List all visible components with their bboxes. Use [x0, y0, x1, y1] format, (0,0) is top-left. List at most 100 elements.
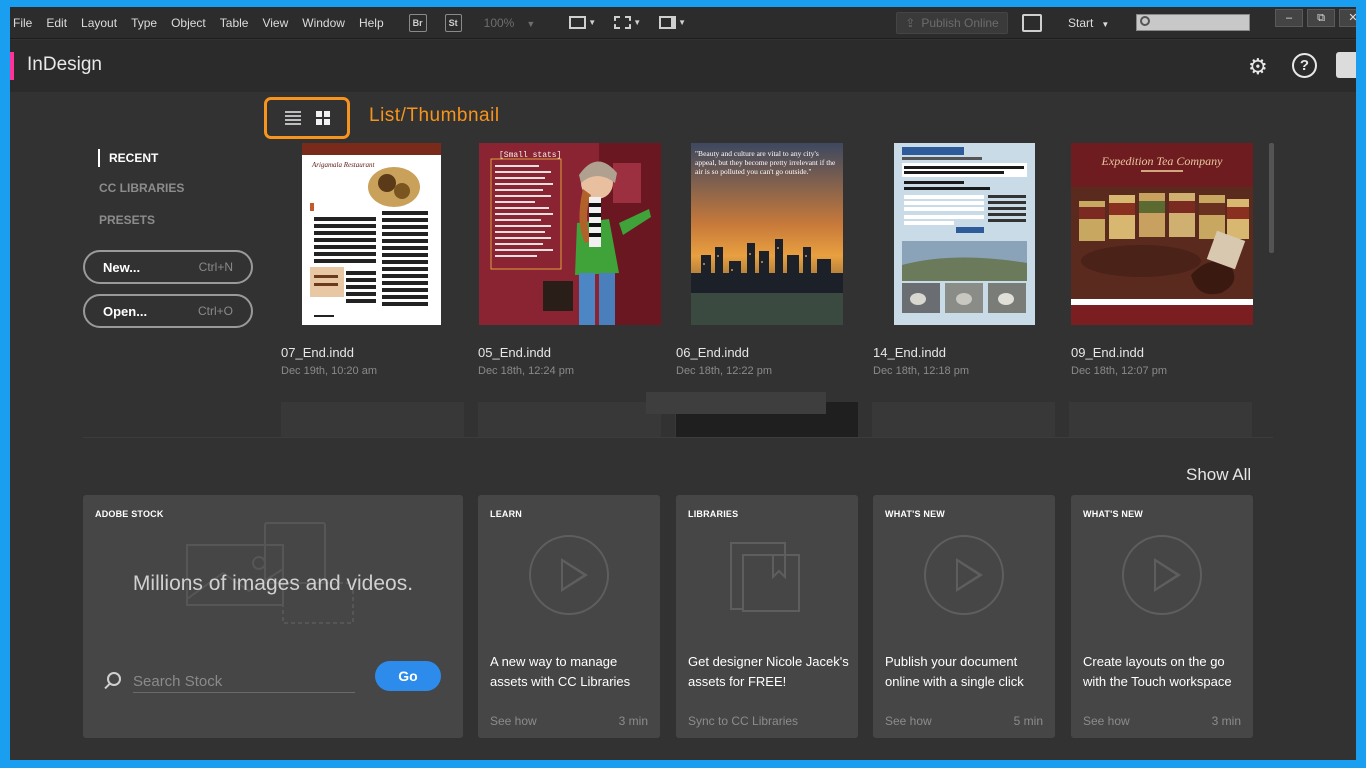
thumb-05-small: [Small stats] [499, 151, 561, 160]
view-options-button[interactable]: ▼ [569, 16, 596, 29]
publish-icon: ⇪ [905, 16, 916, 30]
play-icon [924, 535, 1004, 615]
card-description: Publish your document online with a sing… [885, 654, 1024, 689]
file-date: Dec 18th, 12:22 pm [676, 365, 773, 377]
card-footer: See how 5 min [885, 714, 1043, 728]
menu-edit[interactable]: Edit [39, 7, 74, 39]
card-tag: WHAT'S NEW [1083, 509, 1143, 519]
menu-file[interactable]: File [10, 7, 39, 39]
thumb-05-graphic: [Small stats] [479, 143, 661, 325]
search-icon [1140, 16, 1150, 26]
stock-headline: Millions of images and videos. [132, 572, 414, 595]
grid-view-icon[interactable] [315, 111, 330, 125]
file-date: Dec 19th, 10:20 am [281, 365, 378, 377]
nav-recent[interactable]: RECENT [98, 149, 184, 167]
left-nav: RECENT CC LIBRARIES PRESETS [98, 149, 184, 245]
see-how-link[interactable]: See how [1083, 714, 1130, 728]
workspace-label: Start [1068, 16, 1094, 30]
chevron-down-icon: ▼ [633, 18, 642, 27]
screen-mode-button[interactable]: ▼ [614, 16, 641, 29]
whats-new-card[interactable]: WHAT'S NEW Publish your document online … [873, 495, 1055, 738]
search-icon [107, 672, 121, 686]
avatar[interactable] [1336, 52, 1356, 78]
learn-card[interactable]: LEARN A new way to manage assets with CC… [478, 495, 660, 738]
file-date: Dec 18th, 12:18 pm [873, 365, 970, 377]
help-search-input[interactable] [1136, 14, 1250, 31]
menu-table[interactable]: Table [213, 7, 256, 39]
file-name: 05_End.indd [478, 345, 552, 360]
share-icon[interactable] [1022, 14, 1042, 32]
go-button[interactable]: Go [375, 661, 441, 691]
fit-screen-icon [614, 16, 632, 29]
file-thumbnail [894, 143, 1035, 325]
new-document-button[interactable]: New... Ctrl+N [83, 250, 253, 284]
zoom-level[interactable]: 100% ▼ [484, 16, 536, 30]
file-date: Dec 18th, 12:07 pm [1071, 365, 1168, 377]
new-shortcut: Ctrl+N [198, 260, 233, 274]
duration: 5 min [1013, 714, 1043, 728]
placeholder-tile [1069, 402, 1252, 437]
menu-object[interactable]: Object [164, 7, 213, 39]
gear-icon[interactable]: ⚙ [1248, 54, 1268, 80]
section-divider [83, 437, 1273, 438]
menu-layout[interactable]: Layout [74, 7, 124, 39]
chevron-down-icon: ▼ [526, 18, 536, 29]
library-icon [730, 542, 800, 612]
view-toggle [264, 97, 350, 139]
card-footer: See how 3 min [490, 714, 648, 728]
chevron-down-icon: ▼ [1101, 20, 1110, 29]
sync-link[interactable]: Sync to CC Libraries [688, 714, 798, 728]
whats-new-card[interactable]: WHAT'S NEW Create layouts on the go with… [1071, 495, 1253, 738]
app-title: InDesign [27, 54, 102, 75]
minimize-button[interactable]: – [1275, 9, 1303, 27]
menu-type[interactable]: Type [124, 7, 164, 39]
nav-cc-libraries[interactable]: CC LIBRARIES [98, 181, 184, 213]
stock-search-input[interactable] [133, 671, 355, 693]
placeholder-tile [478, 402, 661, 437]
chevron-down-icon: ▼ [678, 18, 687, 27]
file-date: Dec 18th, 12:24 pm [478, 365, 575, 377]
see-how-link[interactable]: See how [885, 714, 932, 728]
file-name: 07_End.indd [281, 345, 355, 360]
zoom-value: 100% [483, 15, 515, 30]
new-label: New... [103, 259, 141, 275]
restore-button[interactable]: ⧉ [1307, 9, 1335, 27]
libraries-card[interactable]: LIBRARIES Get designer Nicole Jacek's as… [676, 495, 858, 738]
bridge-button[interactable]: Br [408, 13, 427, 32]
open-document-button[interactable]: Open... Ctrl+O [83, 294, 253, 328]
screen-mode-icon [569, 16, 587, 29]
recent-scrollbar[interactable] [1269, 143, 1274, 253]
duration: 3 min [618, 714, 648, 728]
app-header: InDesign ⚙ ? [10, 40, 1356, 92]
adobe-stock-card: ADOBE STOCK Millions of images and video… [83, 495, 463, 738]
menu-help[interactable]: Help [352, 7, 391, 39]
stock-button[interactable]: St [444, 13, 462, 32]
file-name: 06_End.indd [676, 345, 750, 360]
placeholder-tile [872, 402, 1055, 437]
nav-presets[interactable]: PRESETS [98, 213, 184, 245]
file-name: 09_End.indd [1071, 345, 1145, 360]
publish-label: Publish Online [921, 16, 999, 30]
menu-window[interactable]: Window [295, 7, 352, 39]
list-view-icon[interactable] [284, 111, 301, 125]
file-thumbnail: Expedition Tea Company [1071, 143, 1253, 325]
close-button[interactable]: ✕ [1339, 9, 1356, 27]
card-description: A new way to manage assets with CC Libra… [490, 654, 631, 689]
help-icon[interactable]: ? [1292, 53, 1317, 78]
card-description: Get designer Nicole Jacek's assets for F… [688, 654, 849, 689]
publish-online-button[interactable]: ⇪ Publish Online [896, 12, 1008, 34]
menu-view[interactable]: View [255, 7, 295, 39]
card-footer: See how 3 min [1083, 714, 1241, 728]
placeholder-tile [281, 402, 464, 437]
chevron-down-icon: ▼ [588, 18, 597, 27]
arrange-documents-button[interactable]: ▼ [659, 16, 686, 29]
show-all-link[interactable]: Show All [1186, 465, 1251, 485]
play-icon [1122, 535, 1202, 615]
card-tag: ADOBE STOCK [95, 509, 164, 519]
app-logo [10, 52, 14, 80]
workspace-switcher[interactable]: Start ▼ [1068, 7, 1109, 41]
see-how-link[interactable]: See how [490, 714, 537, 728]
card-description: Create layouts on the go with the Touch … [1083, 654, 1232, 689]
file-thumbnail: [Small stats] [479, 143, 661, 325]
open-shortcut: Ctrl+O [197, 304, 233, 318]
